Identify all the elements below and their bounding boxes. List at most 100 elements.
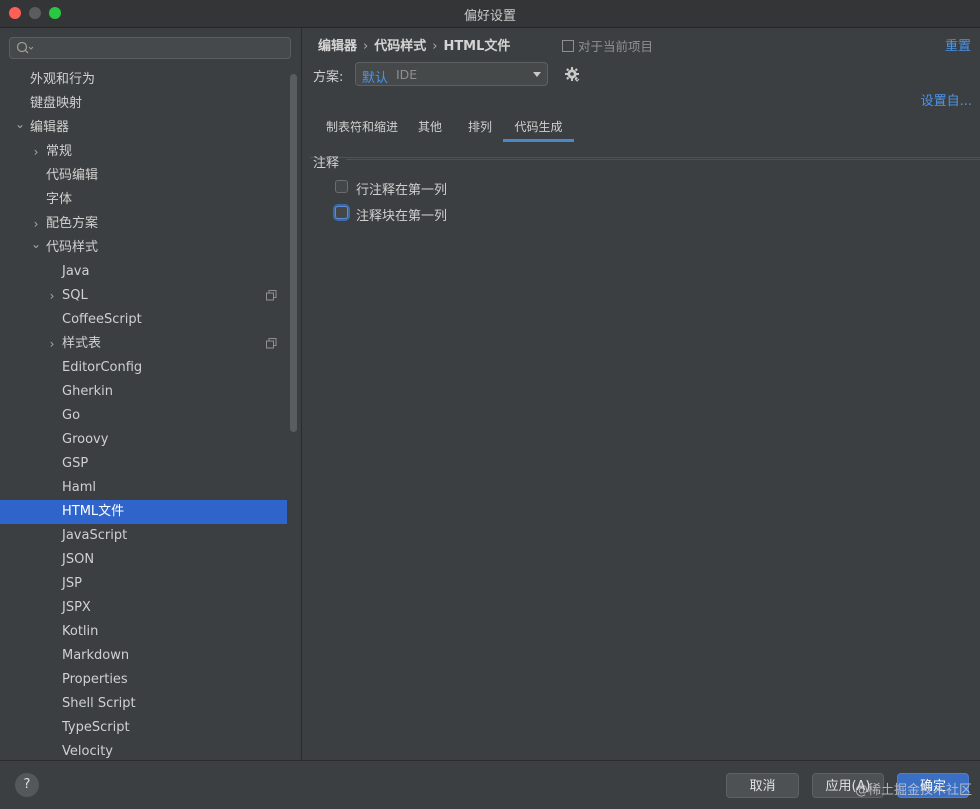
tree-item[interactable]: 字体 bbox=[0, 188, 287, 212]
tree-item-label: HTML文件 bbox=[62, 504, 125, 519]
tree-item[interactable]: 外观和行为 bbox=[0, 68, 287, 92]
tree-item-label: 配色方案 bbox=[46, 216, 99, 231]
tab-tabs-and-indents[interactable]: 制表符和缩进 bbox=[312, 116, 412, 142]
tree-item[interactable]: JavaScript bbox=[0, 524, 287, 548]
cancel-button[interactable]: 取消 bbox=[726, 773, 799, 798]
chevron-down-icon[interactable]: ⌄ bbox=[14, 112, 26, 136]
group-divider bbox=[346, 159, 980, 160]
tree-item-label: Groovy bbox=[62, 432, 109, 447]
block-comment-label: 注释块在第一列 bbox=[356, 209, 448, 224]
copy-icon bbox=[266, 290, 277, 301]
tree-item-label: 代码编辑 bbox=[46, 168, 99, 183]
tree-item-label: TypeScript bbox=[62, 720, 130, 735]
tree-item[interactable]: CoffeeScript bbox=[0, 308, 287, 332]
tree-item[interactable]: Properties bbox=[0, 668, 287, 692]
project-copy-icon bbox=[562, 40, 574, 52]
tree-item[interactable]: JSPX bbox=[0, 596, 287, 620]
scheme-value: 默认 bbox=[362, 71, 389, 86]
dialog-footer: ? 取消 应用(A) 确定 @稀土掘金技术社区 bbox=[0, 760, 980, 809]
chevron-right-icon[interactable]: › bbox=[30, 140, 42, 164]
window-title: 偏好设置 bbox=[463, 9, 516, 24]
tree-item[interactable]: Java bbox=[0, 260, 287, 284]
tree-item[interactable]: Markdown bbox=[0, 644, 287, 668]
tree-item-label: 编辑器 bbox=[30, 120, 70, 135]
tree-item-label: Gherkin bbox=[62, 384, 114, 399]
tree-item[interactable]: HTML文件 bbox=[0, 500, 287, 524]
tree-item[interactable]: › 配色方案 bbox=[0, 212, 287, 236]
settings-tree: 外观和行为 键盘映射 ⌄ 编辑器 › 常规 代码编辑 字体 › 配色方案 ⌄ 代码样式 Java › SQL… bbox=[0, 68, 287, 760]
settings-sidebar: 外观和行为 键盘映射 ⌄ 编辑器 › 常规 代码编辑 字体 › 配色方案 ⌄ 代码样式 Java › SQL… bbox=[0, 28, 302, 760]
tree-item-label: Velocity bbox=[62, 744, 113, 759]
watermark: @稀土掘金技术社区 bbox=[854, 783, 972, 798]
tree-item-label: SQL bbox=[62, 288, 88, 303]
tree-item[interactable]: Velocity bbox=[0, 740, 287, 760]
chevron-down-icon bbox=[533, 72, 541, 77]
tree-item-label: GSP bbox=[62, 456, 89, 471]
tree-item-label: 常规 bbox=[46, 144, 73, 159]
tree-item-label: CoffeeScript bbox=[62, 312, 142, 327]
search-icon bbox=[16, 41, 33, 54]
set-from-link[interactable]: 设置自... bbox=[921, 90, 972, 109]
tree-item[interactable]: Shell Script bbox=[0, 692, 287, 716]
breadcrumb: 编辑器 › 代码样式 › HTML文件 bbox=[318, 35, 510, 54]
tab-other[interactable]: 其他 bbox=[412, 116, 448, 142]
chevron-right-icon[interactable]: › bbox=[46, 284, 58, 308]
tree-item[interactable]: › 样式表 bbox=[0, 332, 287, 356]
tree-item-label: Markdown bbox=[62, 648, 130, 663]
scheme-select[interactable]: 默认 IDE bbox=[355, 62, 548, 86]
tree-item[interactable]: 代码编辑 bbox=[0, 164, 287, 188]
tab-arrangement[interactable]: 排列 bbox=[462, 116, 498, 142]
tree-item[interactable]: Go bbox=[0, 404, 287, 428]
gear-icon[interactable] bbox=[564, 66, 580, 82]
block-comment-checkbox[interactable] bbox=[335, 206, 348, 219]
tree-item-label: 字体 bbox=[46, 192, 73, 207]
breadcrumb-html-file: HTML文件 bbox=[443, 39, 511, 54]
project-scope-label: 对于当前项目 bbox=[578, 39, 654, 54]
tree-item-label: Shell Script bbox=[62, 696, 136, 711]
tree-item[interactable]: Kotlin bbox=[0, 620, 287, 644]
tree-item[interactable]: Gherkin bbox=[0, 380, 287, 404]
breadcrumb-code-style[interactable]: 代码样式 bbox=[374, 39, 426, 54]
settings-search-input[interactable] bbox=[9, 37, 291, 59]
tree-item-label: Properties bbox=[62, 672, 128, 687]
breadcrumb-editor[interactable]: 编辑器 bbox=[318, 39, 357, 54]
help-button[interactable]: ? bbox=[15, 773, 39, 797]
tree-item-label: 外观和行为 bbox=[30, 72, 96, 87]
tree-item[interactable]: 键盘映射 bbox=[0, 92, 287, 116]
tree-item-label: JSPX bbox=[62, 600, 91, 615]
tree-item-label: 样式表 bbox=[62, 336, 102, 351]
scheme-label: 方案: bbox=[313, 70, 344, 85]
tree-item[interactable]: › SQL bbox=[0, 284, 287, 308]
comment-group-title: 注释 bbox=[313, 156, 340, 171]
tree-item-label: 键盘映射 bbox=[30, 96, 83, 111]
tree-item[interactable]: Haml bbox=[0, 476, 287, 500]
chevron-right-icon[interactable]: › bbox=[46, 332, 58, 356]
breadcrumb-separator: › bbox=[432, 39, 438, 54]
tree-item[interactable]: › 常规 bbox=[0, 140, 287, 164]
tree-item[interactable]: JSON bbox=[0, 548, 287, 572]
tree-item[interactable]: TypeScript bbox=[0, 716, 287, 740]
scheme-sub-label: IDE bbox=[396, 67, 418, 82]
reset-link[interactable]: 重置 bbox=[945, 35, 971, 54]
tree-item-label: EditorConfig bbox=[62, 360, 143, 375]
tab-divider bbox=[310, 157, 980, 158]
tree-item[interactable]: EditorConfig bbox=[0, 356, 287, 380]
tree-item-label: Java bbox=[62, 264, 90, 279]
line-comment-label: 行注释在第一列 bbox=[356, 183, 448, 198]
tree-item[interactable]: ⌄ 编辑器 bbox=[0, 116, 287, 140]
copy-icon bbox=[266, 338, 277, 349]
sidebar-scrollbar[interactable] bbox=[290, 74, 297, 432]
chevron-down-icon[interactable]: ⌄ bbox=[30, 232, 42, 256]
tree-item-label: Haml bbox=[62, 480, 97, 495]
tree-item[interactable]: GSP bbox=[0, 452, 287, 476]
tree-item[interactable]: JSP bbox=[0, 572, 287, 596]
tree-item-label: JSON bbox=[62, 552, 95, 567]
tree-item-label: Go bbox=[62, 408, 81, 423]
tree-item-label: JSP bbox=[62, 576, 82, 591]
tree-item[interactable]: Groovy bbox=[0, 428, 287, 452]
tab-code-generation[interactable]: 代码生成 bbox=[503, 116, 574, 142]
line-comment-checkbox[interactable] bbox=[335, 180, 348, 193]
tree-item[interactable]: ⌄ 代码样式 bbox=[0, 236, 287, 260]
tree-item-label: JavaScript bbox=[62, 528, 128, 543]
tree-item-label: 代码样式 bbox=[46, 240, 99, 255]
